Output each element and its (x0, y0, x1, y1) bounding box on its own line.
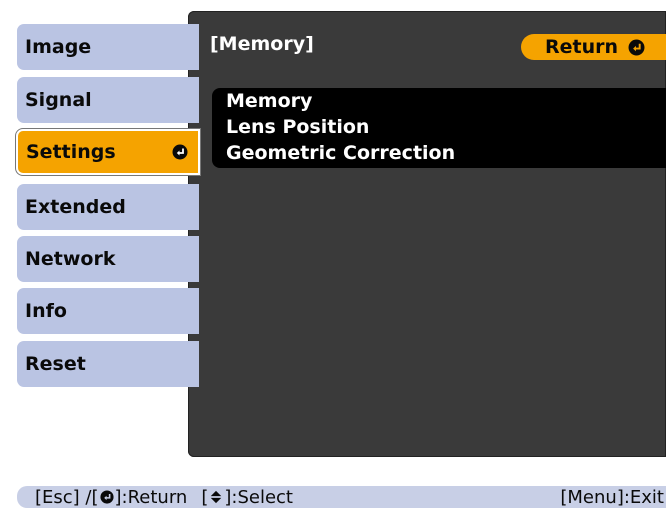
sidebar-item-label: Network (25, 248, 116, 270)
sidebar-item-reset[interactable]: Reset (17, 341, 199, 387)
help-bar: [Esc] /[ ]:Return [ ]:Select [Menu]:Exit (17, 486, 666, 508)
sidebar-item-settings[interactable]: Settings (16, 129, 200, 175)
enter-icon (628, 39, 645, 55)
page-title: [Memory] (210, 33, 314, 55)
sidebar-item-network[interactable]: Network (17, 236, 199, 282)
submenu-item-geometric-correction[interactable]: Geometric Correction (226, 140, 455, 166)
submenu-item-lens-position[interactable]: Lens Position (226, 114, 369, 140)
help-exit-hint: [Menu]:Exit (560, 486, 664, 508)
up-down-arrow-icon (211, 490, 222, 504)
sidebar-item-label: Reset (25, 353, 86, 375)
sidebar-item-label: Signal (25, 89, 92, 111)
help-esc-text: [Esc] /[ (35, 486, 99, 508)
help-return-text: ]:Return (114, 486, 188, 508)
return-button-label: Return (545, 36, 619, 58)
help-select-prefix: [ (201, 486, 209, 508)
return-button[interactable]: Return (521, 34, 666, 60)
help-select-hint: [ ]:Select (201, 487, 293, 508)
sidebar-item-info[interactable]: Info (17, 288, 199, 334)
settings-panel (188, 11, 666, 457)
sidebar-item-image[interactable]: Image (17, 24, 199, 70)
sidebar-item-extended[interactable]: Extended (17, 184, 199, 230)
sidebar-item-signal[interactable]: Signal (17, 77, 199, 123)
help-select-text: ]:Select (224, 486, 293, 508)
sidebar-item-label: Image (25, 36, 92, 58)
sidebar-item-label: Settings (26, 141, 116, 163)
enter-icon (99, 490, 114, 504)
help-return-hint: [Esc] /[ ]:Return (35, 487, 187, 508)
enter-icon (172, 144, 188, 160)
sidebar-item-label: Extended (25, 196, 126, 218)
sidebar-item-label: Info (25, 300, 67, 322)
submenu-item-memory[interactable]: Memory (226, 88, 312, 114)
